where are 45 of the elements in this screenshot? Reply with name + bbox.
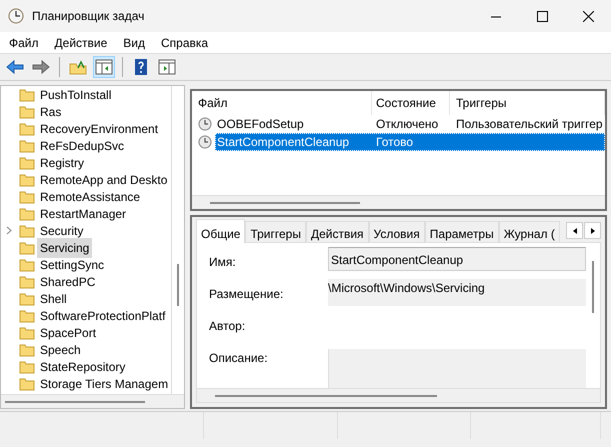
tree-item[interactable]: SpacePort [37, 322, 100, 342]
tab[interactable]: Условия [368, 221, 425, 242]
field-label: Описание: [209, 350, 269, 367]
tree-item[interactable]: RemoteAssistance [37, 186, 144, 206]
tree-item[interactable]: PushToInstall [37, 86, 114, 104]
menu-item[interactable]: Справка [156, 34, 214, 52]
tab[interactable]: Действия [306, 221, 369, 242]
tab[interactable]: Общие [196, 219, 246, 243]
table-cell: Отключено [376, 117, 438, 131]
tree-item[interactable]: Ras [37, 102, 64, 122]
table-cell: Пользовательский триггер [456, 117, 603, 131]
tree-item[interactable]: Shell [37, 288, 70, 308]
table-row[interactable]: StartComponentCleanup Готово [215, 133, 605, 151]
field-label: Размещение: [209, 286, 284, 303]
tab[interactable]: Журнал ( [498, 221, 560, 242]
tree-item[interactable]: SettingSync [37, 254, 108, 274]
tab[interactable]: Параметры [424, 221, 499, 242]
table-cell: Готово [376, 135, 414, 149]
menu-item[interactable]: Действие [50, 34, 112, 52]
column-header[interactable]: Триггеры [450, 91, 605, 115]
tree-item[interactable]: RemoteApp and Deskto [37, 170, 170, 190]
menu-item[interactable]: Файл [4, 34, 44, 52]
menu-item[interactable]: Вид [118, 34, 150, 52]
table-cell: OOBEFodSetup [217, 117, 304, 131]
column-header[interactable]: Файл [192, 91, 372, 115]
window-title: Планировщик задач [32, 8, 144, 25]
name-field[interactable]: StartComponentCleanup [328, 247, 586, 271]
tree-item[interactable]: Servicing [37, 238, 92, 258]
table-cell: StartComponentCleanup [217, 135, 350, 149]
tab[interactable]: Триггеры [245, 221, 306, 242]
tree-item[interactable]: SoftwareProtectionPlatf [37, 306, 168, 326]
field-label: Имя: [209, 254, 237, 271]
tree-item[interactable]: Registry [37, 152, 88, 172]
tree-item[interactable]: SharedPC [37, 272, 98, 292]
location-field[interactable]: \Microsoft\Windows\Servicing [328, 279, 586, 306]
tree-item[interactable]: RestartManager [37, 204, 130, 224]
table-row[interactable]: OOBEFodSetup Отключено Пользовательский триггер [215, 115, 605, 133]
tree-item[interactable]: Storage Tiers Managem [37, 374, 171, 394]
field-label: Автор: [209, 318, 246, 335]
tree-item[interactable]: RecoveryEnvironment [37, 118, 162, 138]
tree-item[interactable]: Speech [37, 340, 84, 360]
column-header[interactable]: Состояние [372, 91, 450, 115]
tree-item[interactable]: StateRepository [37, 356, 128, 376]
tree-item[interactable]: Security [37, 220, 86, 240]
tree-item[interactable]: ReFsDedupSvc [37, 136, 128, 156]
